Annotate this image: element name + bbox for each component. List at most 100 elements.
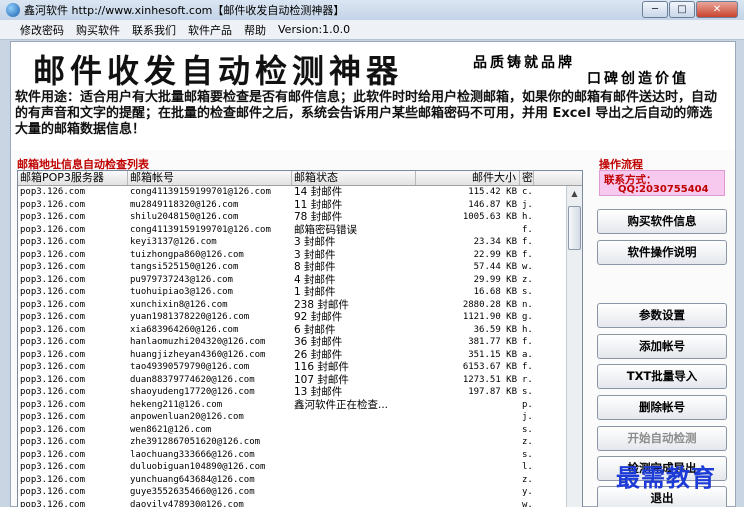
cell-size [416,474,520,487]
cell-pop3: pop3.126.com [20,312,86,322]
txt-import-button[interactable]: TXT批量导入 [597,364,727,389]
cell-password: w. [522,499,533,507]
delete-account-button[interactable]: 删除帐号 [597,395,727,420]
cell-status [292,436,416,449]
cell-status: 78 封邮件 [294,211,343,223]
menu-buy-software[interactable]: 购买软件 [70,22,126,38]
settings-button[interactable]: 参数设置 [597,303,727,328]
table-row[interactable]: pop3.126.com xunchixin8@126.com 238 封邮件 288… [18,299,582,312]
cell-status: 8 封邮件 [294,261,336,273]
cell-status: 1 封邮件 [294,286,336,298]
cell-account: cong41139159199701@126.com [130,224,271,235]
column-header-status[interactable]: 邮箱状态 [292,171,416,185]
cell-password: h. [522,212,533,222]
cell-pop3: pop3.126.com [20,499,86,507]
title-bar: 鑫河软件 http://www.xinhesoft.com【邮件收发自动检测神器… [0,0,744,20]
menu-change-password[interactable]: 修改密码 [0,22,70,38]
table-row[interactable]: pop3.126.com keyi3137@126.com 3 封邮件 23.34 K… [18,236,582,249]
cell-password: j. [522,199,533,210]
cell-status: 3 封邮件 [294,236,336,248]
table-row[interactable]: pop3.126.com anpowenluan20@126.com j. [18,411,582,424]
menu-contact-us[interactable]: 联系我们 [126,22,182,38]
table-row[interactable]: pop3.126.com tao49390579790@126.com 116 封邮… [18,361,582,374]
cell-size: 22.99 KB [473,249,517,260]
table-row[interactable]: pop3.126.com guye35526354660@126.com y. [18,486,582,499]
cell-password: n. [522,299,533,310]
table-row[interactable]: pop3.126.com cong41139159199701@126.com 邮箱… [18,224,582,237]
table-row[interactable]: pop3.126.com yunchuang643684@126.com z. [18,474,582,487]
table-row[interactable]: pop3.126.com wen8621@126.com s. [18,424,582,437]
column-header-pop3[interactable]: 邮箱POP3服务器 [18,171,128,185]
start-detect-button[interactable]: 开始自动检测 [597,426,727,451]
scroll-up-icon[interactable]: ▲ [567,186,582,201]
cell-account: huangjizheyan4360@126.com [130,349,266,360]
cell-pop3: pop3.126.com [20,324,86,335]
vertical-scrollbar[interactable]: ▲ [566,186,582,507]
table-row[interactable]: pop3.126.com xia683964260@126.com 6 封邮件 36.… [18,324,582,337]
cell-password: a. [522,349,533,360]
table-row[interactable]: pop3.126.com zhe3912867051620@126.com z. [18,436,582,449]
cell-size [416,411,520,424]
buy-info-button[interactable]: 购买软件信息 [597,209,727,234]
cell-pop3: pop3.126.com [20,187,86,197]
cell-pop3: pop3.126.com [20,412,86,422]
cell-password: z. [522,274,533,285]
cell-account: anpowenluan20@126.com [130,412,244,422]
menu-bar: 修改密码 购买软件 联系我们 软件产品 帮助 Version:1.0.0 [0,20,744,40]
cell-account: tao49390579790@126.com [130,362,250,372]
cell-size [416,399,520,412]
column-header-password[interactable]: 密 [520,171,534,185]
add-account-button[interactable]: 添加帐号 [597,334,727,359]
cell-pop3: pop3.126.com [20,262,86,272]
cell-password: z. [522,474,533,485]
cell-pop3: pop3.126.com [20,224,86,235]
table-row[interactable]: pop3.126.com pu979737243@126.com 4 封邮件 29.9… [18,274,582,287]
close-button[interactable]: ✕ [696,1,738,18]
cell-pop3: pop3.126.com [20,249,86,260]
table-row[interactable]: pop3.126.com laochuang333666@126.com s. [18,449,582,462]
table-row[interactable]: pop3.126.com cong41139159199701@126.com 14… [18,186,582,199]
table-row[interactable]: pop3.126.com duan88379774620@126.com 107 封… [18,374,582,387]
cell-pop3: pop3.126.com [20,212,86,222]
cell-size: 197.87 KB [468,387,517,397]
cell-password: y. [522,487,533,497]
column-header-account[interactable]: 邮箱帐号 [128,171,292,185]
table-row[interactable]: pop3.126.com shilu2048150@126.com 78 封邮件 10… [18,211,582,224]
menu-help[interactable]: 帮助 [238,22,272,38]
cell-status: 3 封邮件 [294,248,336,261]
table-row[interactable]: pop3.126.com yuan1981378220@126.com 92 封邮件… [18,311,582,324]
table-row[interactable]: pop3.126.com hanlaomuzhi204320@126.com 36 … [18,336,582,349]
cell-status: 36 封邮件 [294,336,343,348]
cell-password: s. [522,424,533,435]
table-row[interactable]: pop3.126.com duluobiguan104890@126.com l. [18,461,582,474]
cell-status: 116 封邮件 [294,361,349,373]
table-row[interactable]: pop3.126.com tuohuipiao3@126.com 1 封邮件 16.6… [18,286,582,299]
table-row[interactable]: pop3.126.com hekeng211@126.com 鑫河软件正在检查...… [18,399,582,412]
table-row[interactable]: pop3.126.com shaoyudeng17720@126.com 13 封邮… [18,386,582,399]
maximize-button[interactable]: □ [669,1,695,18]
table-row[interactable]: pop3.126.com tuizhongpa860@126.com 3 封邮件 22… [18,249,582,262]
cell-password: r. [522,374,533,385]
cell-pop3: pop3.126.com [20,274,86,285]
manual-button[interactable]: 软件操作说明 [597,240,727,265]
cell-status [292,449,416,462]
cell-size: 6153.67 KB [462,362,517,372]
cell-size: 1121.90 KB [462,312,517,322]
table-row[interactable]: pop3.126.com daoyily478930@126.com w. [18,499,582,507]
table-row[interactable]: pop3.126.com huangjizheyan4360@126.com 26 … [18,349,582,362]
cell-password: g. [522,312,533,322]
menu-products[interactable]: 软件产品 [182,22,238,38]
cell-pop3: pop3.126.com [20,474,86,485]
cell-account: zhe3912867051620@126.com [130,437,261,447]
banner: 邮件收发自动检测神器 品质铸就品牌 口碑创造价值 软件用途：适合用户有大批量邮箱… [11,42,735,150]
cell-size [416,461,520,474]
minimize-button[interactable]: ─ [642,1,668,18]
cell-account: shilu2048150@126.com [130,212,239,222]
cell-account: xunchixin8@126.com [130,299,228,310]
column-header-size[interactable]: 邮件大小 [416,171,520,185]
scroll-thumb[interactable] [568,206,581,250]
table-row[interactable]: pop3.126.com mu2849118320@126.com 11 封邮件 14… [18,199,582,212]
menu-version[interactable]: Version:1.0.0 [272,23,356,36]
cell-size [416,224,520,237]
table-row[interactable]: pop3.126.com tangsi525150@126.com 8 封邮件 57.… [18,261,582,274]
